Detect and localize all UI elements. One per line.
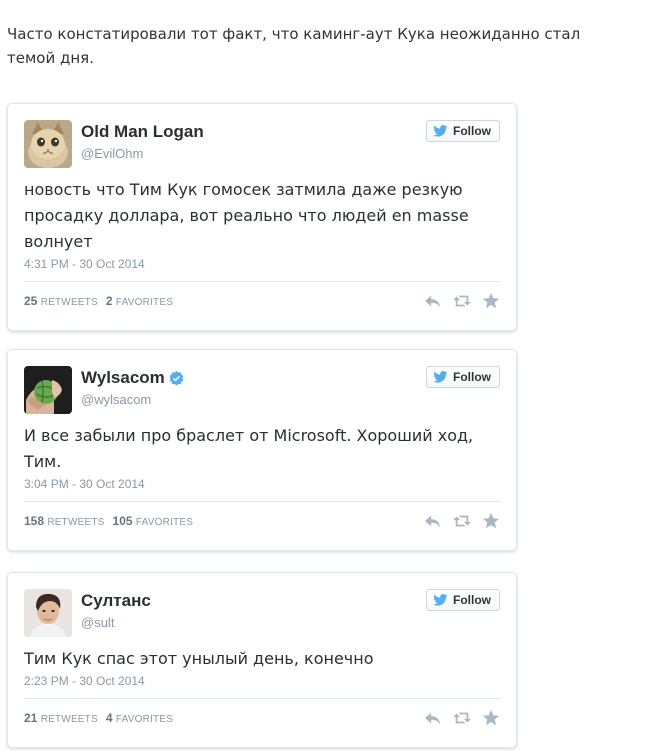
retweet-icon[interactable] xyxy=(453,512,471,530)
tweet-timestamp[interactable]: 4:31 PM - 30 Oct 2014 xyxy=(24,257,500,271)
favorite-count[interactable]: 4 FAVORITES xyxy=(106,711,173,725)
tweet-text: Тим Кук спас этот унылый день, конечно xyxy=(24,649,374,668)
hand-ball-avatar[interactable] xyxy=(24,366,72,414)
twitter-bird-icon xyxy=(433,125,448,137)
tweet-timestamp[interactable]: 2:23 PM - 30 Oct 2014 xyxy=(24,674,500,688)
retweet-label: RETWEETS xyxy=(40,297,98,308)
cat-avatar[interactable] xyxy=(24,120,72,168)
follow-label: Follow xyxy=(453,593,491,607)
man-portrait-avatar-icon xyxy=(24,589,72,637)
retweet-icon[interactable] xyxy=(453,709,471,727)
retweet-number: 21 xyxy=(24,711,38,725)
twitter-bird-icon xyxy=(433,371,448,383)
author-info: Султанс @sult xyxy=(81,591,151,630)
tweet-card: Султанс @sult Follow Тим Кук спас этот у… xyxy=(7,572,517,748)
follow-button[interactable]: Follow xyxy=(426,366,500,388)
retweet-label: RETWEETS xyxy=(40,714,98,725)
retweet-count[interactable]: 21 RETWEETS xyxy=(24,711,98,725)
intro-paragraph: Часто констатировали тот факт, что камин… xyxy=(7,25,581,67)
tweet-actions xyxy=(424,709,500,727)
favorite-count[interactable]: 2 FAVORITES xyxy=(106,294,173,308)
display-name-text: Old Man Logan xyxy=(81,122,204,141)
favorite-label: FAVORITES xyxy=(115,714,174,725)
retweet-icon[interactable] xyxy=(453,292,471,310)
display-name-text: Султанс xyxy=(81,591,151,610)
reply-icon[interactable] xyxy=(424,292,442,310)
hand-ball-avatar-icon xyxy=(24,366,72,414)
display-name[interactable]: Султанс xyxy=(81,591,151,611)
tweet-card: Old Man Logan @EvilOhm Follow новость чт… xyxy=(7,103,517,331)
user-handle[interactable]: @sult xyxy=(81,615,151,630)
favorite-star-icon[interactable] xyxy=(482,292,500,310)
tweet-footer: 25 RETWEETS 2 FAVORITES xyxy=(24,282,500,320)
author-info: Old Man Logan @EvilOhm xyxy=(81,122,204,161)
tweet-header: Old Man Logan @EvilOhm Follow xyxy=(24,120,500,170)
retweet-label: RETWEETS xyxy=(47,517,105,528)
man-portrait-avatar[interactable] xyxy=(24,589,72,637)
retweet-number: 158 xyxy=(24,514,45,528)
favorite-star-icon[interactable] xyxy=(482,709,500,727)
retweet-count[interactable]: 25 RETWEETS xyxy=(24,294,98,308)
tweet-footer: 158 RETWEETS 105 FAVORITES xyxy=(24,502,500,540)
retweet-count[interactable]: 158 RETWEETS xyxy=(24,514,105,528)
tweet-text: И все забыли про браслет от Microsoft. Х… xyxy=(24,426,474,471)
tweet-card: Wylsacom @wylsacom Follow И все забыли п… xyxy=(7,349,517,551)
favorite-number: 4 xyxy=(105,711,113,725)
twitter-bird-icon xyxy=(433,594,448,606)
favorite-count[interactable]: 105 FAVORITES xyxy=(113,514,194,528)
display-name-text: Wylsacom xyxy=(81,368,165,387)
user-handle[interactable]: @wylsacom xyxy=(81,392,184,407)
tweet-actions xyxy=(424,512,500,530)
favorite-number: 105 xyxy=(112,514,133,528)
author-info: Wylsacom @wylsacom xyxy=(81,368,184,407)
verified-badge-icon xyxy=(169,370,184,385)
favorite-number: 2 xyxy=(105,294,113,308)
display-name[interactable]: Old Man Logan xyxy=(81,122,204,142)
favorite-label: FAVORITES xyxy=(135,517,194,528)
tweet-footer: 21 RETWEETS 4 FAVORITES xyxy=(24,699,500,737)
cat-avatar-icon xyxy=(24,120,72,168)
favorite-label: FAVORITES xyxy=(115,297,174,308)
user-handle[interactable]: @EvilOhm xyxy=(81,146,204,161)
favorite-star-icon[interactable] xyxy=(482,512,500,530)
tweet-actions xyxy=(424,292,500,310)
follow-label: Follow xyxy=(453,370,491,384)
tweet-header: Султанс @sult Follow xyxy=(24,589,500,639)
retweet-number: 25 xyxy=(24,294,38,308)
follow-button[interactable]: Follow xyxy=(426,120,500,142)
tweet-text: новость что Тим Кук гомосек затмила даже… xyxy=(24,180,469,251)
reply-icon[interactable] xyxy=(424,512,442,530)
tweet-timestamp[interactable]: 3:04 PM - 30 Oct 2014 xyxy=(24,477,500,491)
follow-label: Follow xyxy=(453,124,491,138)
tweet-header: Wylsacom @wylsacom Follow xyxy=(24,366,500,416)
display-name[interactable]: Wylsacom xyxy=(81,368,184,388)
reply-icon[interactable] xyxy=(424,709,442,727)
follow-button[interactable]: Follow xyxy=(426,589,500,611)
